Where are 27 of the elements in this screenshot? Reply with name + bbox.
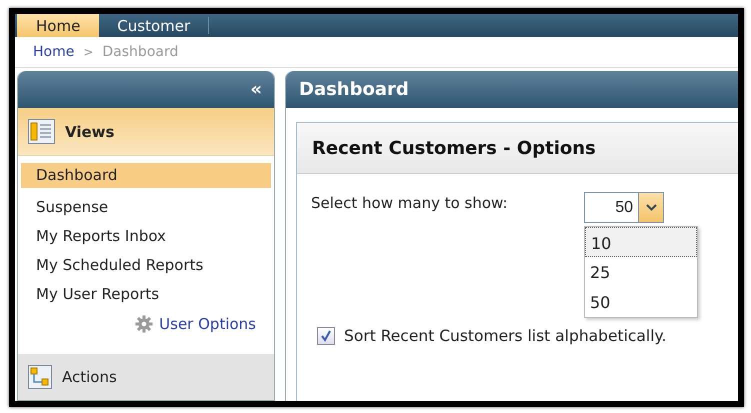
options-title: Recent Customers - Options [297, 123, 738, 174]
dropdown-option[interactable]: 50 [585, 287, 697, 317]
breadcrumb-current: Dashboard [102, 44, 178, 60]
dropdown-option[interactable]: 10 [585, 227, 697, 257]
list-panel-icon [28, 119, 55, 144]
nav-tab[interactable]: Home [17, 14, 100, 37]
sort-label: Sort Recent Customers list alphabetically. [344, 327, 666, 345]
flowchart-icon [28, 365, 52, 389]
actions-title: Actions [62, 368, 117, 386]
sort-checkbox[interactable] [317, 327, 335, 345]
nav-tab[interactable]: Customer [99, 17, 210, 34]
view-item[interactable]: Suspense [21, 192, 271, 221]
collapse-button[interactable]: « [250, 79, 262, 100]
panel-title: Dashboard [298, 79, 409, 100]
view-item[interactable]: My Scheduled Reports [21, 250, 271, 279]
breadcrumb-separator: > [83, 45, 94, 59]
gear-icon [135, 315, 154, 333]
view-item[interactable]: Dashboard [21, 163, 271, 188]
dropdown-option[interactable]: 25 [585, 257, 697, 287]
count-label: Select how many to show: [311, 193, 509, 214]
view-item[interactable]: My Reports Inbox [21, 221, 271, 250]
user-options-link[interactable]: User Options [159, 315, 256, 333]
caret-icon [646, 204, 656, 211]
view-item[interactable]: My User Reports [21, 279, 271, 308]
views-title: Views [65, 122, 114, 140]
breadcrumb-link[interactable]: Home [33, 44, 74, 60]
count-dropdown[interactable]: 50 [584, 192, 664, 223]
